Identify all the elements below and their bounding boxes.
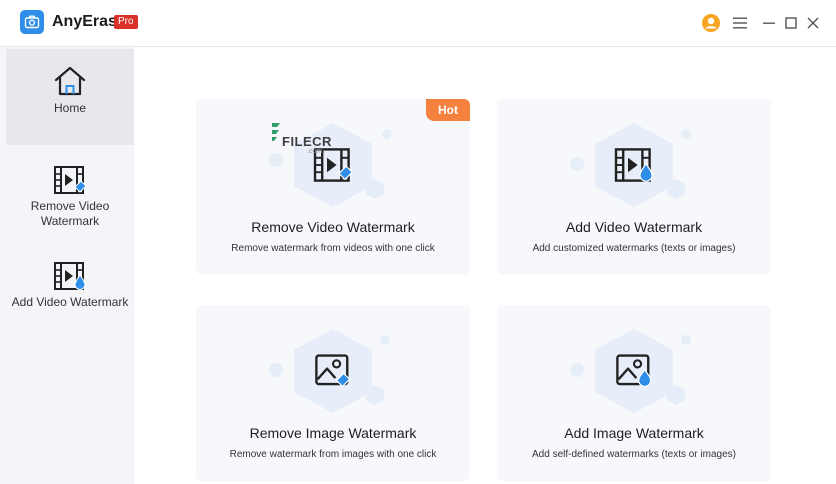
image-eraser-icon bbox=[315, 354, 351, 388]
card-description: Remove watermark from videos with one cl… bbox=[231, 243, 435, 254]
title-bar: AnyErase Pro bbox=[0, 0, 836, 46]
image-drop-icon bbox=[616, 354, 652, 388]
sidebar-item-add-video[interactable]: Add Video Watermark bbox=[6, 261, 134, 341]
sidebar-item-label: Remove Video Watermark bbox=[30, 199, 110, 228]
sidebar-item-label: Add Video Watermark bbox=[11, 295, 129, 309]
hot-badge: Hot bbox=[426, 99, 470, 121]
card-add-video-watermark[interactable]: Add Video Watermark Add customized water… bbox=[497, 99, 771, 275]
pro-badge: Pro bbox=[114, 15, 138, 29]
filecr-logo-icon bbox=[272, 123, 280, 141]
maximize-icon[interactable] bbox=[780, 12, 802, 34]
card-description: Add customized watermarks (texts or imag… bbox=[532, 243, 736, 254]
user-circle-icon[interactable] bbox=[700, 12, 722, 34]
filecr-watermark: FILECR bbox=[282, 134, 332, 149]
close-icon[interactable] bbox=[802, 12, 824, 34]
card-remove-image-watermark[interactable]: Remove Image Watermark Remove watermark … bbox=[196, 305, 470, 481]
sidebar-item-home[interactable]: Home bbox=[6, 49, 134, 145]
card-remove-video-watermark[interactable]: Hot Remove Video Watermark Remove waterm… bbox=[196, 99, 470, 275]
sidebar-item-label: Home bbox=[53, 101, 86, 115]
main-content: Hot Remove Video Watermark Remove waterm… bbox=[134, 46, 836, 484]
hamburger-menu-icon[interactable] bbox=[729, 12, 751, 34]
sidebar: Home Remove Video Watermark Add Video Wa… bbox=[0, 46, 134, 484]
home-icon bbox=[54, 66, 86, 96]
sidebar-item-remove-video[interactable]: Remove Video Watermark bbox=[6, 165, 134, 245]
card-description: Add self-defined watermarks (texts or im… bbox=[532, 449, 736, 460]
card-description: Remove watermark from images with one cl… bbox=[229, 449, 437, 460]
video-eraser-icon bbox=[54, 166, 87, 194]
video-drop-icon bbox=[54, 262, 86, 290]
video-drop-icon bbox=[614, 148, 653, 182]
card-add-image-watermark[interactable]: Add Image Watermark Add self-defined wat… bbox=[497, 305, 771, 481]
card-title: Remove Image Watermark bbox=[249, 425, 417, 441]
app-logo-icon bbox=[20, 10, 44, 34]
card-title: Remove Video Watermark bbox=[251, 219, 415, 235]
card-title: Add Image Watermark bbox=[564, 425, 704, 441]
minimize-icon[interactable] bbox=[758, 12, 780, 34]
card-title: Add Video Watermark bbox=[565, 219, 703, 235]
filecr-watermark-sub: .com bbox=[307, 148, 323, 155]
